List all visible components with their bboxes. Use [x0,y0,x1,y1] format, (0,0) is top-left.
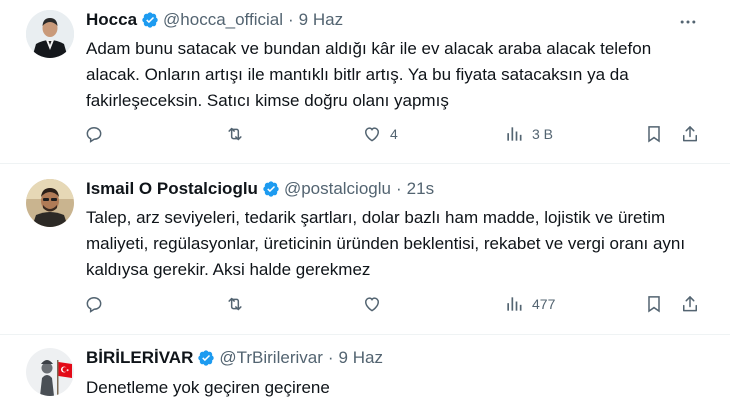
author-name[interactable]: BİRİLERİVAR [86,348,193,368]
share-icon [683,126,697,142]
like-button[interactable]: 4 [362,124,398,144]
bookmark-button[interactable] [644,294,664,314]
tweet-header: Hocca @hocca_official · 9 Haz [86,10,343,30]
separator-dot: · [327,348,334,367]
tweet-actions: 477 [84,294,704,320]
separator-dot: · [288,10,294,29]
bookmark-button[interactable] [644,124,664,144]
author-name[interactable]: Ismail O Postalcioglu [86,179,258,199]
views-chart-icon [507,297,522,311]
tweet-header: Ismail O Postalcioglu @postalcioglu · 21… [86,179,434,199]
avatar[interactable] [26,10,74,58]
reply-icon [86,296,102,313]
share-icon [683,296,697,312]
tweet-hocca[interactable]: Hocca @hocca_official · 9 Haz Adam bunu … [0,0,730,162]
timestamp[interactable]: 21s [407,179,434,199]
views-count: 3 B [532,126,554,142]
user-avatar-suit-icon [26,10,74,58]
separator-dot: · [395,179,402,198]
author-handle[interactable]: @hocca_official [163,10,283,30]
tweet-postalcioglu[interactable]: Ismail O Postalcioglu @postalcioglu · 21… [0,164,730,334]
user-avatar-portrait-icon [26,179,74,227]
reply-button[interactable] [84,124,104,144]
avatar[interactable] [26,179,74,227]
heart-icon [364,297,380,312]
reply-button[interactable] [84,294,104,314]
author-handle[interactable]: @TrBirilerivar [219,348,323,368]
reply-icon [86,126,102,143]
author-handle[interactable]: @postalcioglu [284,179,391,199]
views-chart-icon [507,127,522,141]
like-count: 4 [390,126,398,142]
tweet-header: BİRİLERİVAR @TrBirilerivar · 9 Haz [86,348,383,368]
tweet-text: Talep, arz seviyeleri, tedarik şartları,… [86,208,686,279]
tweet-text: Denetleme yok geçiren geçirene [86,378,330,397]
bookmark-icon [648,296,660,313]
verified-badge-icon [262,180,280,198]
author-name[interactable]: Hocca [86,10,137,30]
like-button[interactable] [362,294,382,314]
views-button[interactable]: 3 B [504,124,553,144]
views-count: 477 [532,296,556,312]
retweet-icon [228,127,242,141]
retweet-icon [228,297,242,311]
bookmark-icon [648,126,660,143]
retweet-button[interactable] [224,124,246,144]
tweet-actions: 4 3 B [84,124,704,150]
views-button[interactable]: 477 [504,294,555,314]
tweet-text: Adam bunu satacak ve bundan aldığı kâr i… [86,39,652,110]
share-button[interactable] [680,124,700,144]
tweet-birilerivar[interactable]: BİRİLERİVAR @TrBirilerivar · 9 Haz Denet… [0,335,730,420]
share-button[interactable] [680,294,700,314]
verified-badge-icon [141,11,159,29]
retweet-button[interactable] [224,294,246,314]
verified-badge-icon [197,349,215,367]
more-dots-icon[interactable] [676,10,700,34]
avatar[interactable] [26,348,74,396]
user-avatar-statue-flag-icon [26,348,74,396]
heart-icon [364,127,380,142]
timestamp[interactable]: 9 Haz [339,348,383,368]
timestamp[interactable]: 9 Haz [299,10,343,30]
